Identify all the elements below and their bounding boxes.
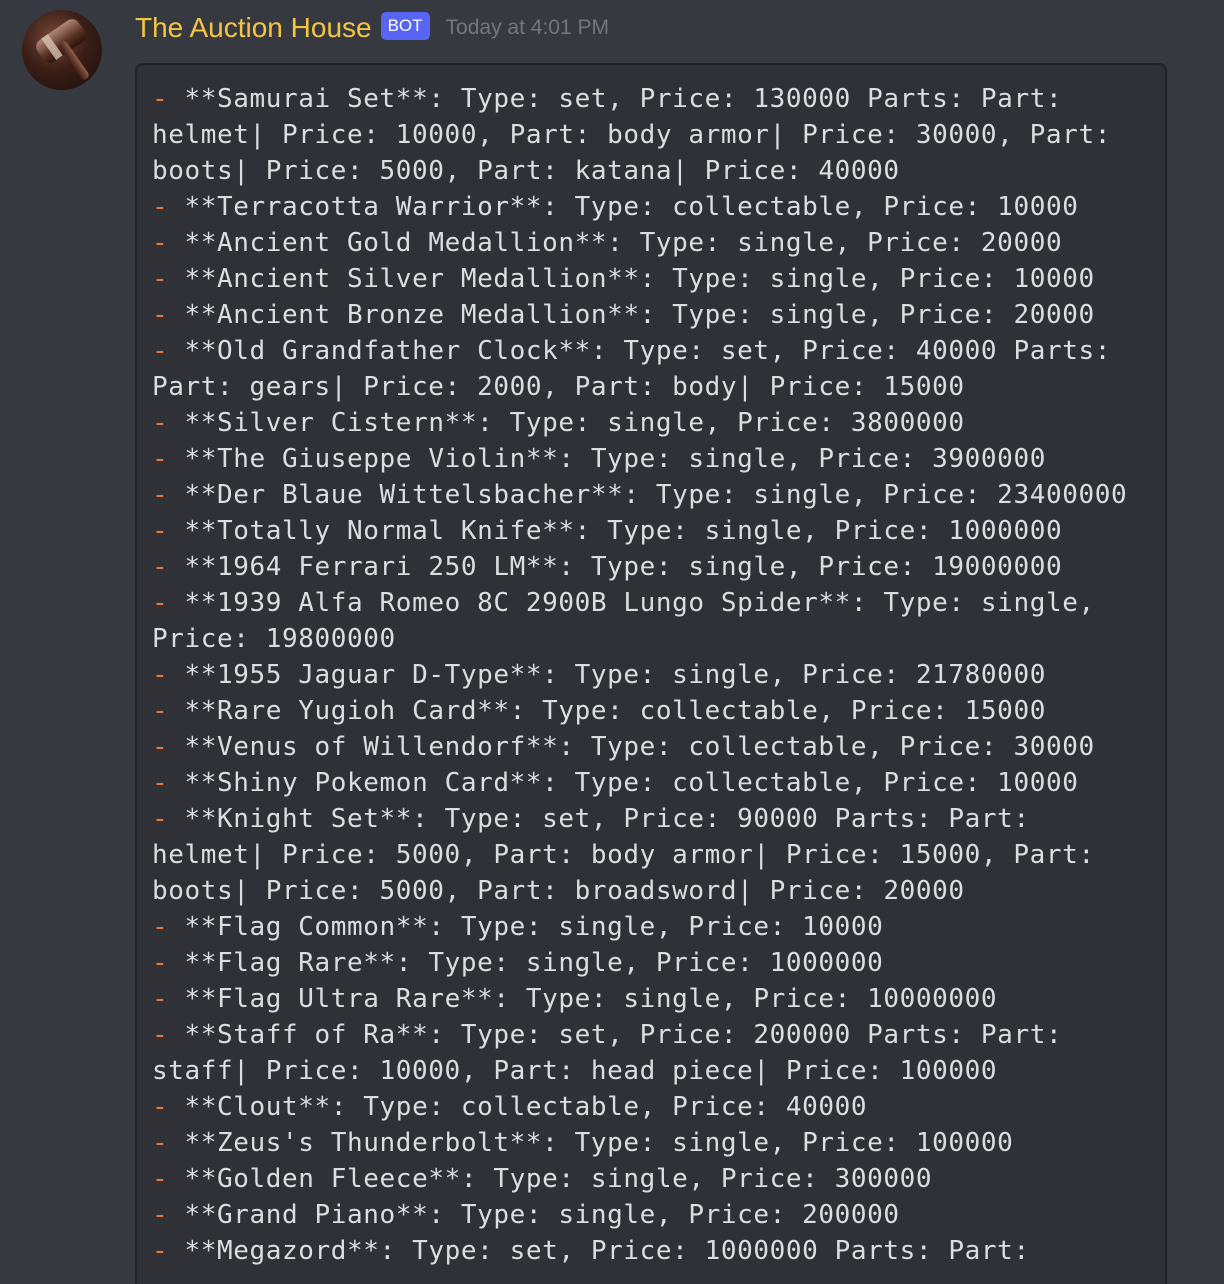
item-text: **Knight Set**: Type: set, Price: 90000 … [152,804,1111,906]
bullet-dash: - [152,552,169,582]
bullet-dash: - [152,948,169,978]
gavel-icon [33,16,89,66]
item-text: **Silver Cistern**: Type: single, Price:… [168,408,965,438]
list-item: - **1955 Jaguar D-Type**: Type: single, … [152,657,1151,693]
list-item: - **Ancient Gold Medallion**: Type: sing… [152,225,1151,261]
item-text: **The Giuseppe Violin**: Type: single, P… [168,444,1046,474]
bullet-dash: - [152,1164,169,1194]
item-text: **Old Grandfather Clock**: Type: set, Pr… [152,336,1128,402]
item-text: **Golden Fleece**: Type: single, Price: … [168,1164,933,1194]
item-text: **Totally Normal Knife**: Type: single, … [168,516,1063,546]
bullet-dash: - [152,192,169,222]
bullet-dash: - [152,1128,169,1158]
list-item: - **Knight Set**: Type: set, Price: 9000… [152,801,1151,909]
list-item: - **Samurai Set**: Type: set, Price: 130… [152,81,1151,189]
code-block: - **Samurai Set**: Type: set, Price: 130… [135,63,1167,1284]
bot-tag: BOT [380,12,430,40]
bot-message: The Auction House BOT Today at 4:01 PM -… [0,0,1224,1284]
list-item: - **Silver Cistern**: Type: single, Pric… [152,405,1151,441]
item-text: **Staff of Ra**: Type: set, Price: 20000… [152,1020,1079,1086]
list-item: - **Grand Piano**: Type: single, Price: … [152,1197,1151,1233]
item-text: **1955 Jaguar D-Type**: Type: single, Pr… [168,660,1046,690]
bullet-dash: - [152,696,169,726]
bullet-dash: - [152,588,169,618]
item-text: **Flag Ultra Rare**: Type: single, Price… [168,984,998,1014]
bullet-dash: - [152,768,169,798]
list-item: - **Ancient Silver Medallion**: Type: si… [152,261,1151,297]
item-text: **Flag Common**: Type: single, Price: 10… [168,912,884,942]
list-item: - **The Giuseppe Violin**: Type: single,… [152,441,1151,477]
list-item: - **Terracotta Warrior**: Type: collecta… [152,189,1151,225]
list-item: - **Shiny Pokemon Card**: Type: collecta… [152,765,1151,801]
bullet-dash: - [152,300,169,330]
list-item: - **Flag Common**: Type: single, Price: … [152,909,1151,945]
list-item: - **Staff of Ra**: Type: set, Price: 200… [152,1017,1151,1089]
item-text: **Shiny Pokemon Card**: Type: collectabl… [168,768,1079,798]
item-text: **Venus of Willendorf**: Type: collectab… [168,732,1095,762]
bullet-dash: - [152,732,169,762]
list-item: - **Zeus's Thunderbolt**: Type: single, … [152,1125,1151,1161]
list-item: - **Ancient Bronze Medallion**: Type: si… [152,297,1151,333]
item-text: **Megazord**: Type: set, Price: 1000000 … [168,1236,1030,1266]
item-text: **Ancient Bronze Medallion**: Type: sing… [168,300,1095,330]
list-item: - **Venus of Willendorf**: Type: collect… [152,729,1151,765]
item-text: **Zeus's Thunderbolt**: Type: single, Pr… [168,1128,1014,1158]
bullet-dash: - [152,1020,169,1050]
bullet-dash: - [152,912,169,942]
bullet-dash: - [152,660,169,690]
bullet-dash: - [152,84,169,114]
bullet-dash: - [152,1236,169,1266]
bullet-dash: - [152,228,169,258]
bullet-dash: - [152,444,169,474]
item-text: **Samurai Set**: Type: set, Price: 13000… [152,84,1128,186]
list-item: - **Old Grandfather Clock**: Type: set, … [152,333,1151,405]
bullet-dash: - [152,516,169,546]
item-text: **Rare Yugioh Card**: Type: collectable,… [168,696,1046,726]
bullet-dash: - [152,1200,169,1230]
item-text: **Flag Rare**: Type: single, Price: 1000… [168,948,884,978]
list-item: - **Megazord**: Type: set, Price: 100000… [152,1233,1151,1269]
list-item: - **1939 Alfa Romeo 8C 2900B Lungo Spide… [152,585,1151,657]
avatar[interactable] [22,10,102,90]
bullet-dash: - [152,336,169,366]
item-text: **Clout**: Type: collectable, Price: 400… [168,1092,868,1122]
bullet-dash: - [152,264,169,294]
username[interactable]: The Auction House [135,12,372,44]
list-item: - **Flag Ultra Rare**: Type: single, Pri… [152,981,1151,1017]
list-item: - **1964 Ferrari 250 LM**: Type: single,… [152,549,1151,585]
item-text: **1939 Alfa Romeo 8C 2900B Lungo Spider*… [152,588,1111,654]
message-header: The Auction House BOT Today at 4:01 PM [135,8,609,48]
bullet-dash: - [152,984,169,1014]
item-text: **Ancient Gold Medallion**: Type: single… [168,228,1063,258]
list-item: - **Clout**: Type: collectable, Price: 4… [152,1089,1151,1125]
item-text: **Der Blaue Wittelsbacher**: Type: singl… [168,480,1128,510]
list-item: - **Golden Fleece**: Type: single, Price… [152,1161,1151,1197]
item-text: **1964 Ferrari 250 LM**: Type: single, P… [168,552,1063,582]
item-text: **Grand Piano**: Type: single, Price: 20… [168,1200,900,1230]
list-item: - **Rare Yugioh Card**: Type: collectabl… [152,693,1151,729]
item-text: **Terracotta Warrior**: Type: collectabl… [168,192,1079,222]
list-item: - **Flag Rare**: Type: single, Price: 10… [152,945,1151,981]
item-text: **Ancient Silver Medallion**: Type: sing… [168,264,1095,294]
bullet-dash: - [152,408,169,438]
bullet-dash: - [152,804,169,834]
list-item: - **Der Blaue Wittelsbacher**: Type: sin… [152,477,1151,513]
timestamp[interactable]: Today at 4:01 PM [446,16,609,40]
bullet-dash: - [152,1092,169,1122]
bullet-dash: - [152,480,169,510]
list-item: - **Totally Normal Knife**: Type: single… [152,513,1151,549]
